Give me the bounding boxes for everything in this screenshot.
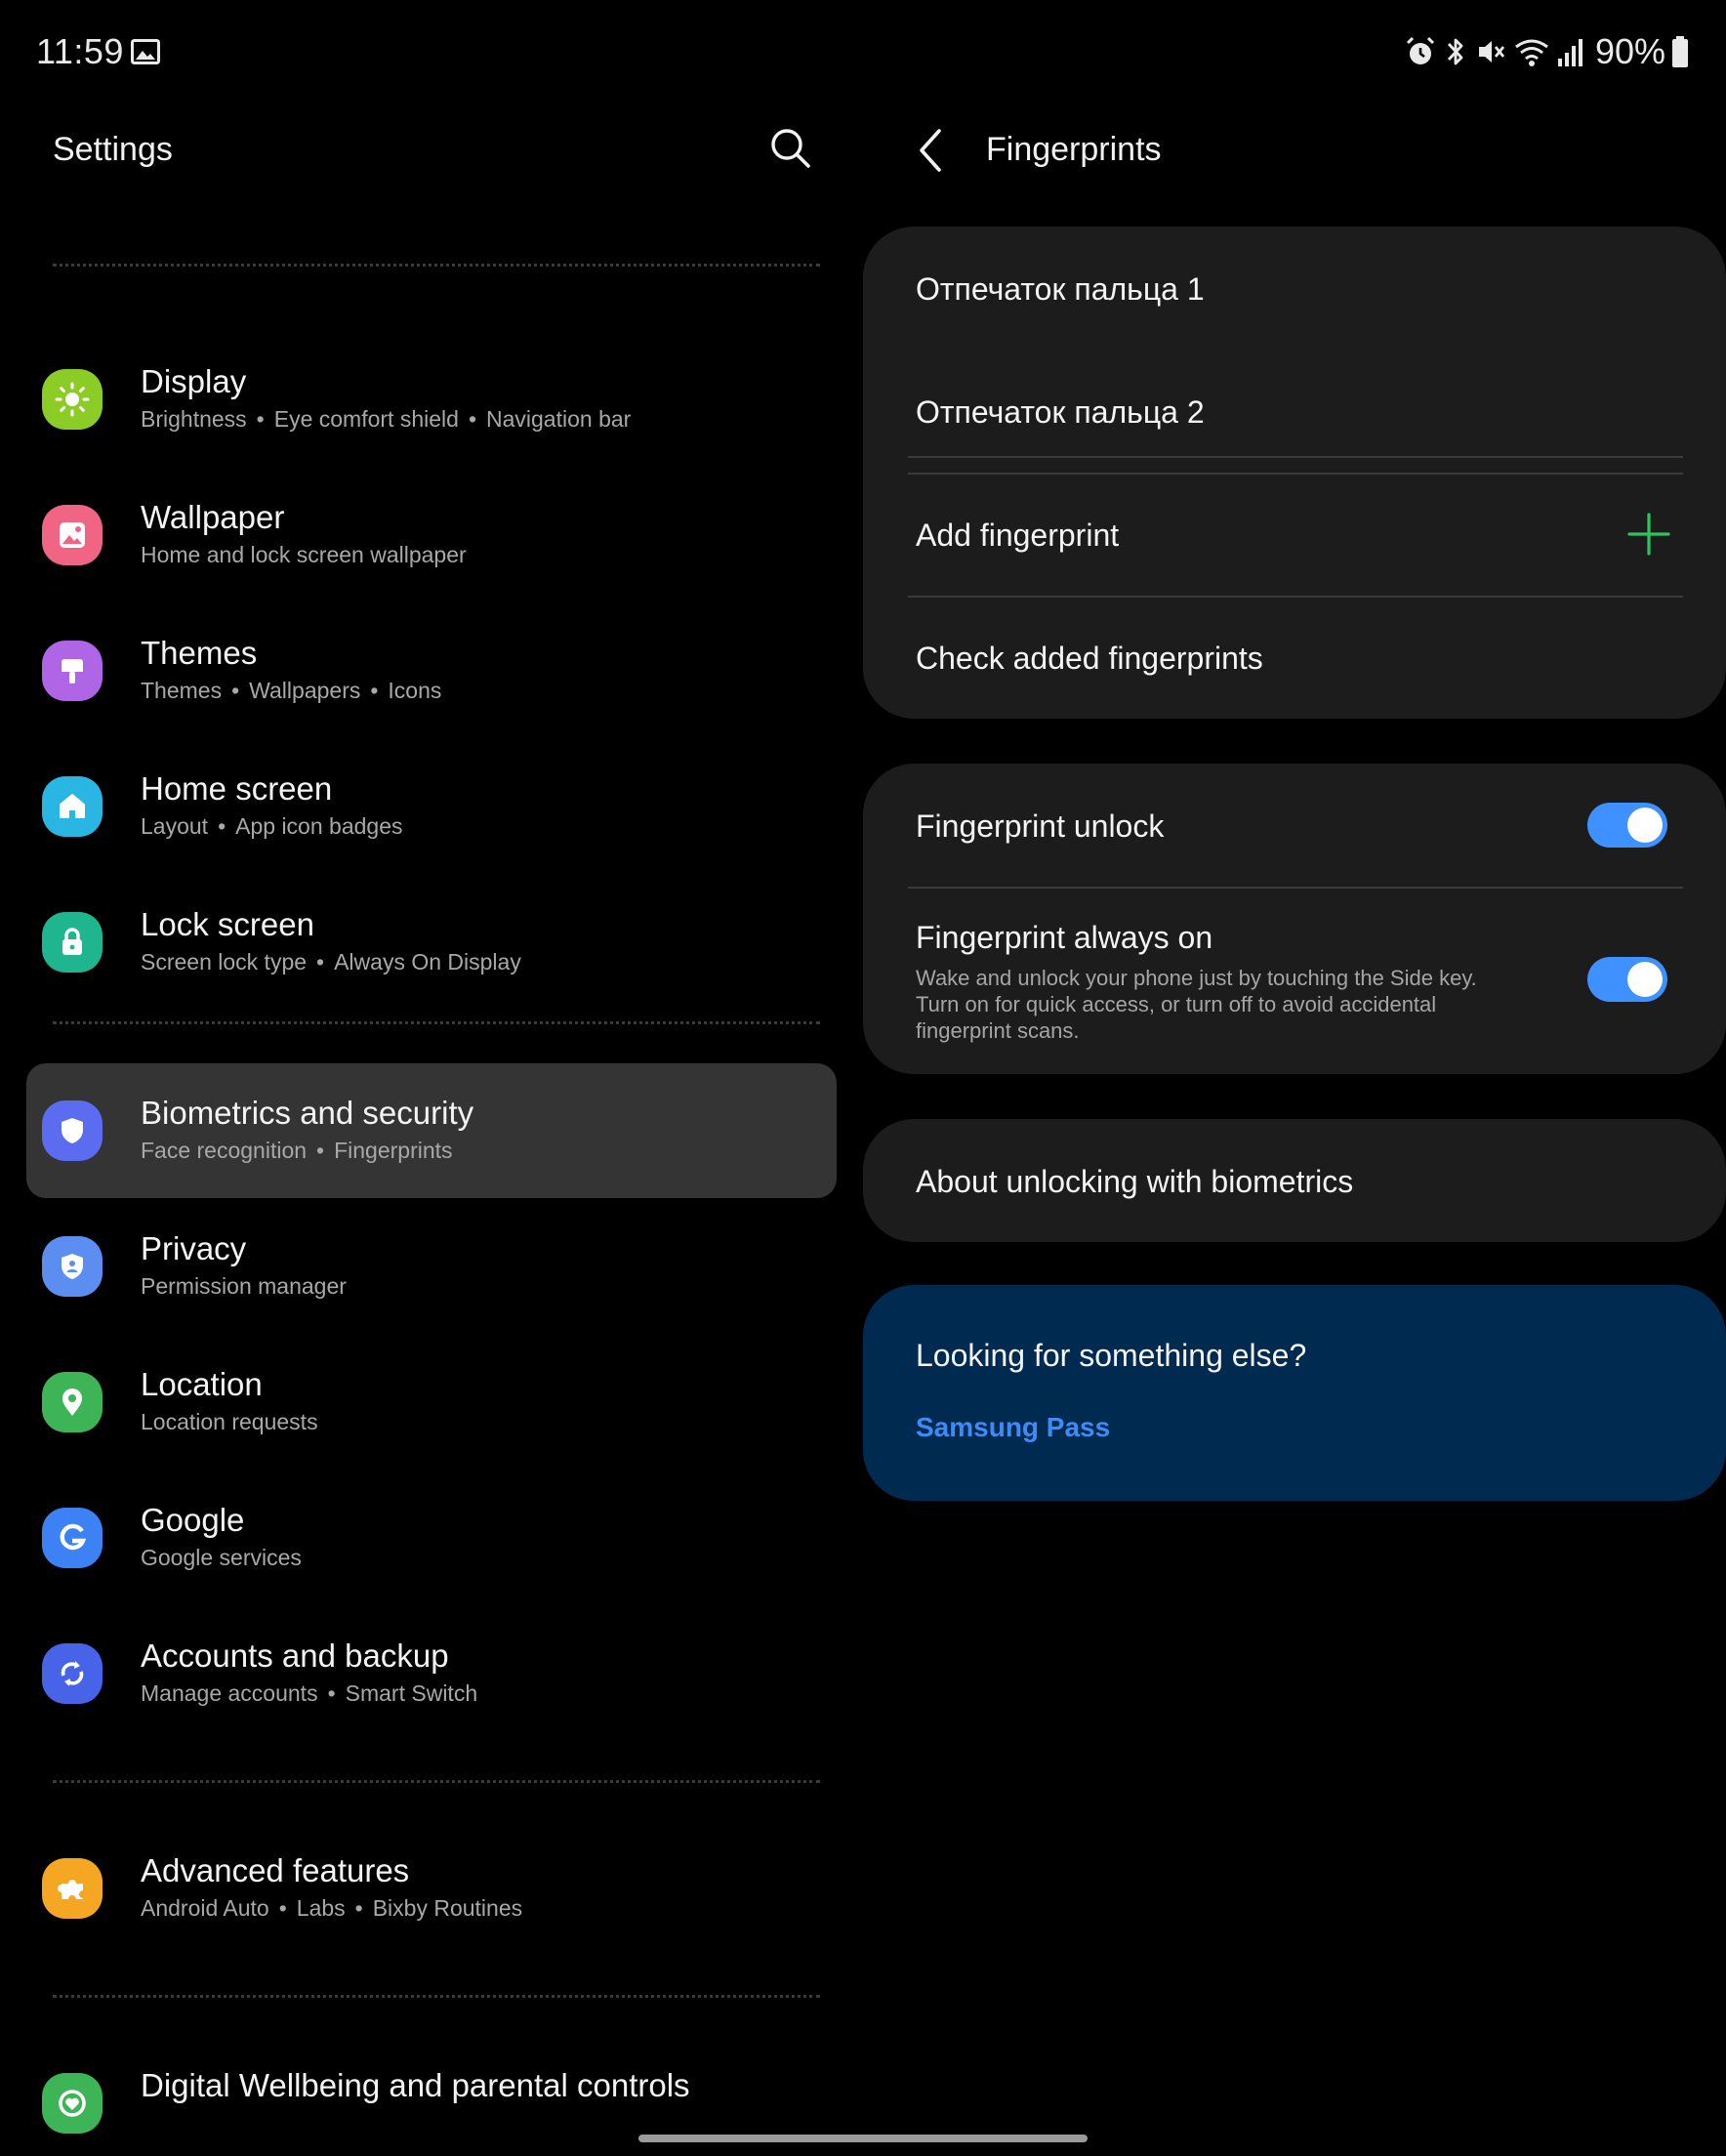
fingerprints-pane: Fingerprints Отпечаток пальца 1 Отпечато… [849, 105, 1726, 2156]
gallery-icon [131, 39, 160, 64]
menu-item-privacy[interactable]: Privacy Permission manager [26, 1199, 837, 1334]
menu-item-advanced-features[interactable]: Advanced features Android Auto • Labs • Bixb… [26, 1821, 837, 1956]
menu-item-subtitle: Layout • App icon badges [141, 813, 403, 839]
privacy-shield-icon [42, 1236, 103, 1297]
settings-list-pane: Settings Display Brightness • Eye comfort … [0, 105, 849, 2156]
google-g-icon [42, 1508, 103, 1568]
search-icon[interactable] [767, 125, 814, 172]
suggestions-card: Looking for something else? Samsung Pass [863, 1285, 1726, 1501]
menu-item-google[interactable]: Google Google services [26, 1471, 837, 1605]
plus-icon [1627, 513, 1670, 556]
menu-item-display[interactable]: Display Brightness • Eye comfort shield • Na… [26, 332, 837, 467]
fingerprint-item-2[interactable]: Отпечаток пальца 2 [863, 350, 1726, 473]
menu-item-title: Google [141, 1502, 245, 1538]
menu-item-subtitle: Home and lock screen wallpaper [141, 542, 467, 567]
menu-item-subtitle: Android Auto • Labs • Bixby Routines [141, 1895, 523, 1921]
menu-item-title: Themes [141, 635, 258, 671]
menu-item-title: Digital Wellbeing and parental controls [141, 2067, 690, 2103]
menu-item-subtitle: Manage accounts • Smart Switch [141, 1680, 478, 1706]
sync-icon [42, 1643, 103, 1704]
menu-item-subtitle: Brightness • Eye comfort shield • Navigation… [141, 406, 632, 432]
shield-icon [42, 1100, 103, 1161]
fingerprints-card: Отпечаток пальца 1 Отпечаток пальца 2 Ad… [863, 227, 1726, 719]
menu-item-subtitle: Screen lock type • Always On Display [141, 949, 521, 974]
menu-item-subtitle: Google services [141, 1545, 302, 1570]
menu-item-title: Biometrics and security [141, 1095, 474, 1131]
add-fingerprint-row[interactable]: Add fingerprint [863, 473, 1726, 596]
fingerprint-label: Отпечаток пальца 2 [916, 394, 1205, 430]
puzzle-icon [42, 1858, 103, 1919]
navigation-handle[interactable] [638, 2135, 1088, 2142]
lock-icon [42, 912, 103, 973]
menu-item-subtitle: Permission manager [141, 1273, 347, 1299]
about-biometrics-card[interactable]: About unlocking with biometrics [863, 1119, 1726, 1242]
fingerprint-label: Отпечаток пальца 1 [916, 271, 1205, 307]
divider [53, 264, 820, 267]
fingerprint-unlock-label: Fingerprint unlock [916, 808, 1165, 844]
wifi-icon [1515, 39, 1548, 66]
battery-percent: 90% [1594, 31, 1665, 71]
page-title: Settings [53, 131, 173, 168]
status-bar: 11:59 90% [0, 0, 1726, 105]
menu-item-title: Privacy [141, 1230, 247, 1266]
about-biometrics-label: About unlocking with biometrics [916, 1164, 1354, 1199]
wellbeing-icon [42, 2073, 103, 2134]
menu-item-title: Home screen [141, 770, 333, 807]
brush-icon [42, 641, 103, 701]
menu-item-home-screen[interactable]: Home screen Layout • App icon badges [26, 739, 837, 874]
page-title: Fingerprints [986, 131, 1162, 168]
menu-item-title: Display [141, 363, 247, 399]
menu-item-subtitle: Face recognition • Fingerprints [141, 1138, 453, 1163]
menu-item-lock-screen[interactable]: Lock screen Screen lock type • Always On D… [26, 875, 837, 1010]
fingerprint-item-1[interactable]: Отпечаток пальца 1 [863, 227, 1726, 350]
alarm-icon [1406, 36, 1434, 64]
location-pin-icon [42, 1372, 103, 1432]
fingerprint-unlock-toggle[interactable] [1587, 803, 1667, 848]
bluetooth-icon [1447, 38, 1463, 65]
fingerprint-options-card: Fingerprint unlock Fingerprint always on… [863, 764, 1726, 1074]
fingerprint-always-on-row[interactable]: Fingerprint always on Wake and unlock yo… [863, 887, 1726, 1074]
menu-item-themes[interactable]: Themes Themes • Wallpapers • Icons [26, 603, 837, 738]
check-fingerprints-row[interactable]: Check added fingerprints [863, 596, 1726, 719]
status-icons: 90% [1404, 29, 1689, 74]
menu-item-subtitle: Location requests [141, 1409, 318, 1434]
menu-item-subtitle: Themes • Wallpapers • Icons [141, 678, 442, 703]
divider [53, 1780, 820, 1783]
menu-item-biometrics-security[interactable]: Biometrics and security Face recognition… [26, 1063, 837, 1198]
fingerprint-unlock-row[interactable]: Fingerprint unlock [863, 764, 1726, 887]
menu-item-title: Accounts and backup [141, 1638, 449, 1674]
mute-icon [1478, 41, 1505, 62]
fingerprint-always-on-description: Wake and unlock your phone just by touch… [916, 966, 1477, 1043]
sun-icon [42, 369, 103, 430]
menu-item-wallpaper[interactable]: Wallpaper Home and lock screen wallpaper [26, 468, 837, 602]
image-icon [42, 505, 103, 565]
battery-icon [1672, 36, 1688, 67]
fingerprint-always-on-label: Fingerprint always on [916, 920, 1213, 955]
suggestions-title: Looking for something else? [916, 1338, 1307, 1373]
check-fingerprints-label: Check added fingerprints [916, 641, 1263, 676]
fingerprint-always-on-toggle[interactable] [1587, 957, 1667, 1002]
menu-item-accounts-backup[interactable]: Accounts and backup Manage accounts • Smar… [26, 1606, 837, 1741]
divider [53, 1021, 820, 1024]
menu-item-location[interactable]: Location Location requests [26, 1335, 837, 1470]
fingerprints-header: Fingerprints [849, 105, 1726, 193]
divider [53, 1995, 820, 1998]
samsung-pass-link[interactable]: Samsung Pass [916, 1412, 1110, 1443]
home-icon [42, 776, 103, 837]
add-fingerprint-label: Add fingerprint [916, 518, 1120, 553]
back-arrow-icon[interactable] [908, 123, 955, 178]
status-time: 11:59 [36, 31, 124, 71]
menu-item-title: Advanced features [141, 1852, 410, 1888]
signal-icon [1557, 39, 1582, 66]
menu-item-title: Lock screen [141, 906, 314, 942]
menu-item-title: Location [141, 1366, 263, 1402]
settings-header: Settings [0, 105, 849, 193]
menu-item-title: Wallpaper [141, 499, 285, 535]
